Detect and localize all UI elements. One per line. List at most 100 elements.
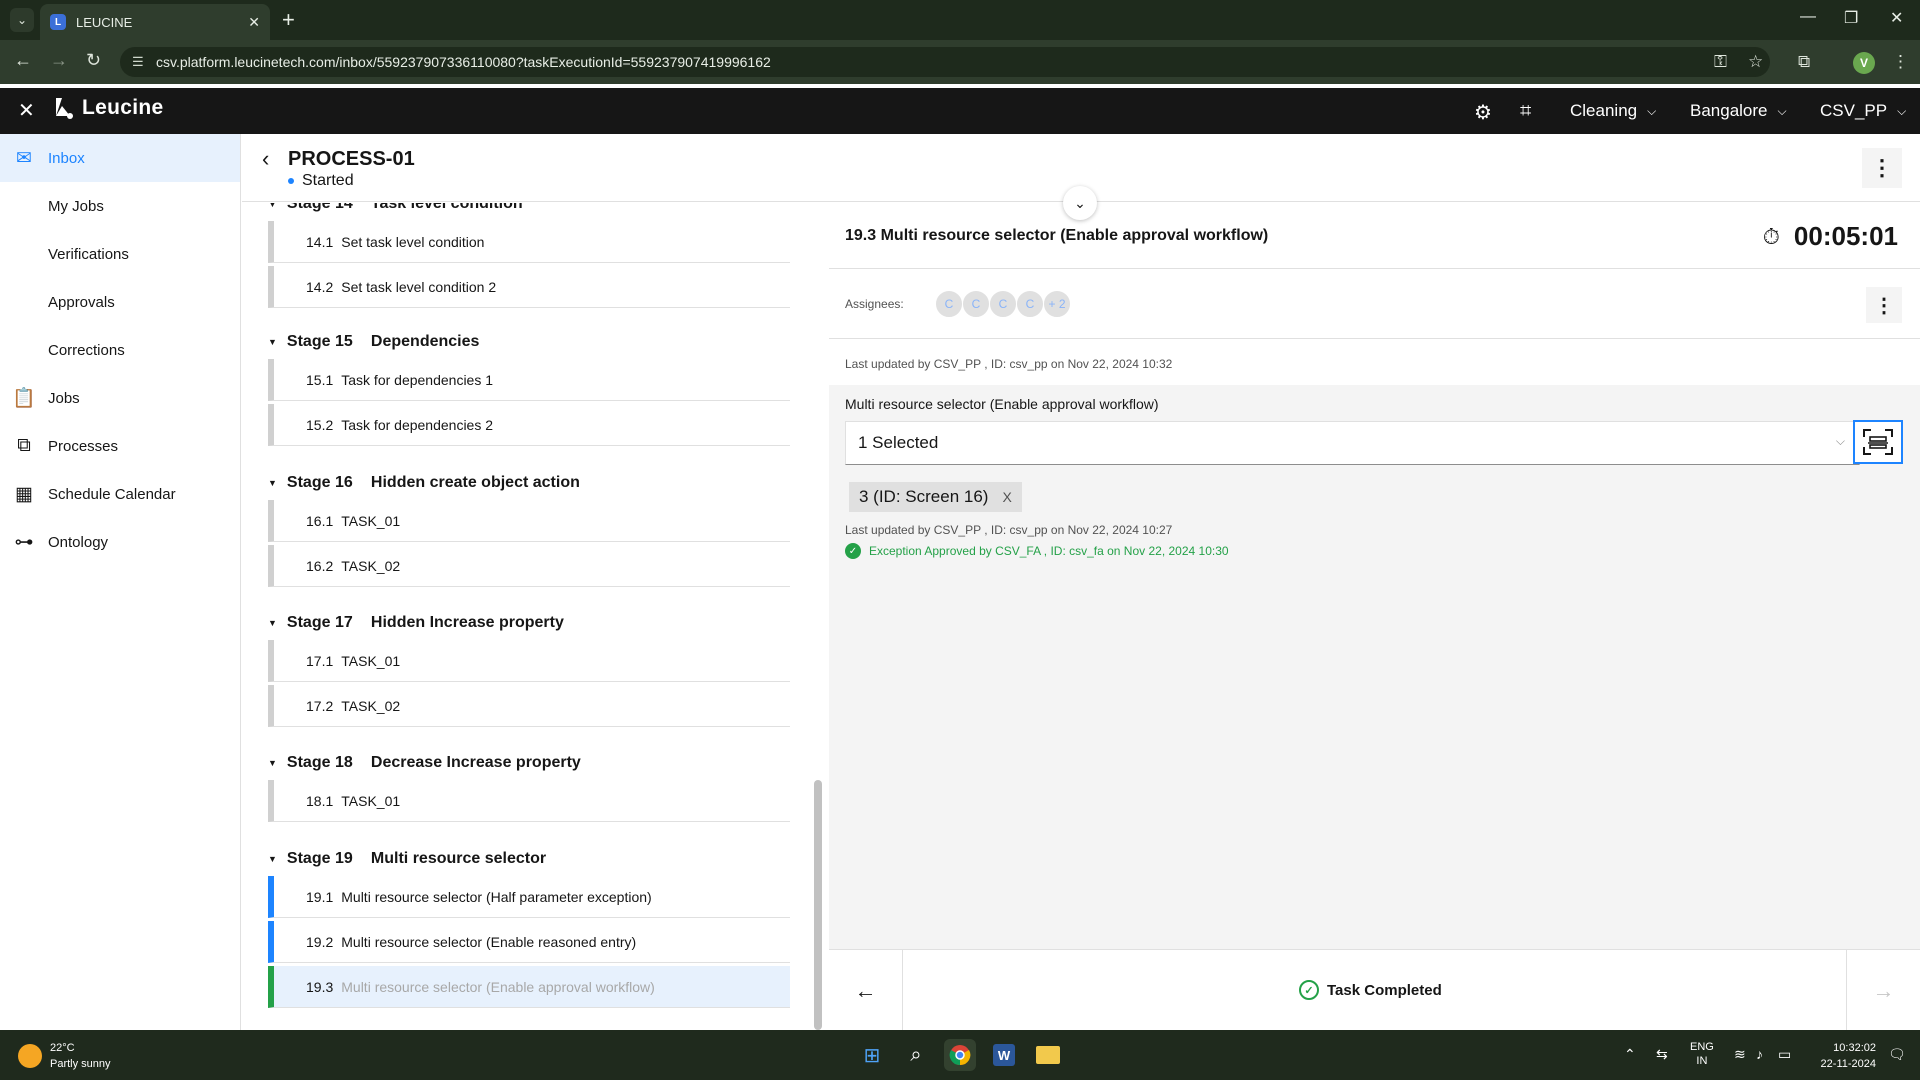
task-item[interactable]: 16.1 TASK_01	[268, 500, 790, 542]
site-dropdown[interactable]: Bangalore ⌵	[1690, 101, 1787, 121]
password-key-icon[interactable]: ⚿	[1714, 52, 1727, 72]
assignee-avatars[interactable]: C C C C + 2	[935, 290, 1071, 318]
scan-button[interactable]	[1853, 420, 1903, 464]
sidebar-item-label: My Jobs	[48, 197, 104, 215]
stage-number: Stage 15	[286, 333, 353, 350]
sidebar-item-processes[interactable]: ⧉ Processes	[0, 422, 240, 470]
forward-nav-icon[interactable]: →	[50, 50, 68, 71]
sidebar-item-jobs[interactable]: 📋 Jobs	[0, 374, 240, 422]
task-item[interactable]: 15.1 Task for dependencies 1	[268, 359, 790, 401]
wifi-icon[interactable]: ≋	[1734, 1046, 1746, 1063]
browser-tab[interactable]: L LEUCINE ✕	[40, 4, 270, 40]
resource-select[interactable]: 1 Selected ⌵	[845, 421, 1860, 465]
sidebar-item-ontology[interactable]: ⊶ Ontology	[0, 518, 240, 566]
stage-list-scrollbar[interactable]	[814, 780, 822, 1030]
caret-down-icon: ▼	[268, 337, 277, 347]
scan-icon	[1863, 429, 1893, 455]
facility-label: Cleaning	[1570, 101, 1638, 120]
task-name: Multi resource selector (Enable approval…	[341, 978, 655, 995]
stage-header[interactable]: ▼ Stage 18 Decrease Increase property	[268, 754, 581, 772]
task-view-icon[interactable]: ⇆	[1656, 1046, 1668, 1063]
os-taskbar: 22°C Partly sunny ⊞ ⌕ W ⌃ ⇆ ENG IN ≋ ♪ ▭…	[0, 1030, 1920, 1080]
tab-search-icon[interactable]: ⌄	[10, 8, 34, 32]
restore-icon[interactable]: ❐	[1844, 8, 1858, 28]
notification-icon[interactable]: 🗨	[1888, 1046, 1906, 1063]
stage-header[interactable]: ▼ Stage 16 Hidden create object action	[268, 474, 580, 492]
file-explorer-icon[interactable]	[1032, 1039, 1064, 1071]
flow-icon: ⧉	[17, 435, 31, 456]
tray-chevron-up-icon[interactable]: ⌃	[1624, 1046, 1636, 1063]
sidebar-item-schedule-calendar[interactable]: ▦ Schedule Calendar	[0, 470, 240, 518]
user-dropdown[interactable]: CSV_PP ⌵	[1820, 101, 1906, 121]
parameter-label: Multi resource selector (Enable approval…	[845, 396, 1159, 412]
sidebar-item-inbox[interactable]: ✉ Inbox	[0, 134, 240, 182]
word-app-icon[interactable]: W	[988, 1039, 1020, 1071]
task-footer: ← ✓ Task Completed →	[829, 949, 1920, 1031]
chrome-logo-icon	[949, 1045, 971, 1066]
extensions-icon[interactable]: ⧉	[1798, 52, 1810, 72]
close-window-icon[interactable]: ✕	[1890, 8, 1903, 28]
bookmark-star-icon[interactable]: ☆	[1748, 52, 1763, 72]
chevron-down-icon: ⌵	[1897, 103, 1907, 118]
browser-menu-icon[interactable]: ⋮	[1892, 52, 1909, 72]
task-item[interactable]: 16.2 TASK_02	[268, 545, 790, 587]
sidebar-item-approvals[interactable]: Approvals	[0, 278, 240, 326]
task-number: 16.2	[306, 557, 334, 574]
site-info-icon[interactable]: ☰	[132, 54, 144, 70]
scan-icon[interactable]: ⌗	[1520, 100, 1531, 123]
facility-dropdown[interactable]: Cleaning ⌵	[1570, 101, 1656, 121]
back-arrow-icon[interactable]: ‹	[262, 146, 269, 172]
back-nav-icon[interactable]: ←	[14, 50, 32, 71]
task-item[interactable]: 15.2 Task for dependencies 2	[268, 404, 790, 446]
stage-name: Hidden create object action	[370, 474, 580, 491]
chrome-app-icon[interactable]	[944, 1039, 976, 1071]
profile-avatar[interactable]: V	[1853, 52, 1875, 74]
reload-icon[interactable]: ↻	[86, 50, 101, 71]
stage-header[interactable]: ▼ Stage 14 Task level condition	[268, 203, 523, 213]
input-language[interactable]: ENG IN	[1690, 1040, 1714, 1068]
sidebar-item-my-jobs[interactable]: My Jobs	[0, 182, 240, 230]
windows-start-icon[interactable]: ⊞	[856, 1039, 888, 1071]
stage-header[interactable]: ▼ Stage 17 Hidden Increase property	[268, 614, 564, 632]
task-item[interactable]: 17.1 TASK_01	[268, 640, 790, 682]
volume-icon[interactable]: ♪	[1756, 1046, 1763, 1062]
chip-label: 3 (ID: Screen 16)	[859, 487, 989, 506]
stage-header[interactable]: ▼ Stage 19 Multi resource selector	[268, 850, 546, 868]
task-number: 17.2	[306, 697, 334, 714]
new-tab-icon[interactable]: +	[282, 8, 295, 32]
hierarchy-icon: ⊶	[14, 531, 34, 553]
url-text: csv.platform.leucinetech.com/inbox/55923…	[156, 54, 771, 70]
minimize-icon[interactable]: —	[1800, 8, 1816, 26]
stage-number: Stage 14	[286, 203, 353, 212]
task-item[interactable]: 18.1 TASK_01	[268, 780, 790, 822]
next-task-arrow-icon[interactable]: →	[1846, 950, 1920, 1031]
caret-down-icon: ▼	[268, 618, 277, 628]
search-icon[interactable]: ⌕	[900, 1039, 932, 1071]
task-item[interactable]: 19.2 Multi resource selector (Enable reas…	[268, 921, 790, 963]
battery-icon[interactable]: ▭	[1778, 1046, 1791, 1063]
stage-header[interactable]: ▼ Stage 15 Dependencies	[268, 333, 479, 351]
task-more-options-icon[interactable]: ⋮	[1866, 287, 1902, 323]
weather-desc: Partly sunny	[50, 1058, 111, 1070]
task-item-selected[interactable]: 19.3 Multi resource selector (Enable appr…	[268, 966, 790, 1008]
selected-resource-chip: 3 (ID: Screen 16) X	[849, 482, 1022, 512]
sidebar-item-corrections[interactable]: Corrections	[0, 326, 240, 374]
address-bar[interactable]: ☰ csv.platform.leucinetech.com/inbox/559…	[120, 47, 1770, 77]
close-icon[interactable]: ✕	[18, 98, 35, 123]
sidebar-item-verifications[interactable]: Verifications	[0, 230, 240, 278]
weather-widget[interactable]: 22°C Partly sunny	[18, 1040, 111, 1072]
language-code: ENG	[1690, 1041, 1714, 1053]
task-number: 18.1	[306, 792, 334, 809]
task-item[interactable]: 19.1 Multi resource selector (Half parame…	[268, 876, 790, 918]
settings-gear-icon[interactable]: ⚙	[1474, 100, 1492, 125]
previous-task-arrow-icon[interactable]: ←	[829, 950, 903, 1031]
task-item[interactable]: 17.2 TASK_02	[268, 685, 790, 727]
stage-number: Stage 18	[286, 754, 353, 771]
more-options-icon[interactable]: ⋮	[1862, 148, 1902, 188]
system-clock[interactable]: 10:32:02 22-11-2024	[1821, 1040, 1876, 1072]
task-item[interactable]: 14.2 Set task level condition 2	[268, 266, 790, 308]
close-tab-icon[interactable]: ✕	[248, 14, 260, 31]
task-item[interactable]: 14.1 Set task level condition	[268, 221, 790, 263]
remove-chip-icon[interactable]: X	[1002, 489, 1011, 505]
collapse-chevron-icon[interactable]: ⌄	[1063, 186, 1097, 220]
